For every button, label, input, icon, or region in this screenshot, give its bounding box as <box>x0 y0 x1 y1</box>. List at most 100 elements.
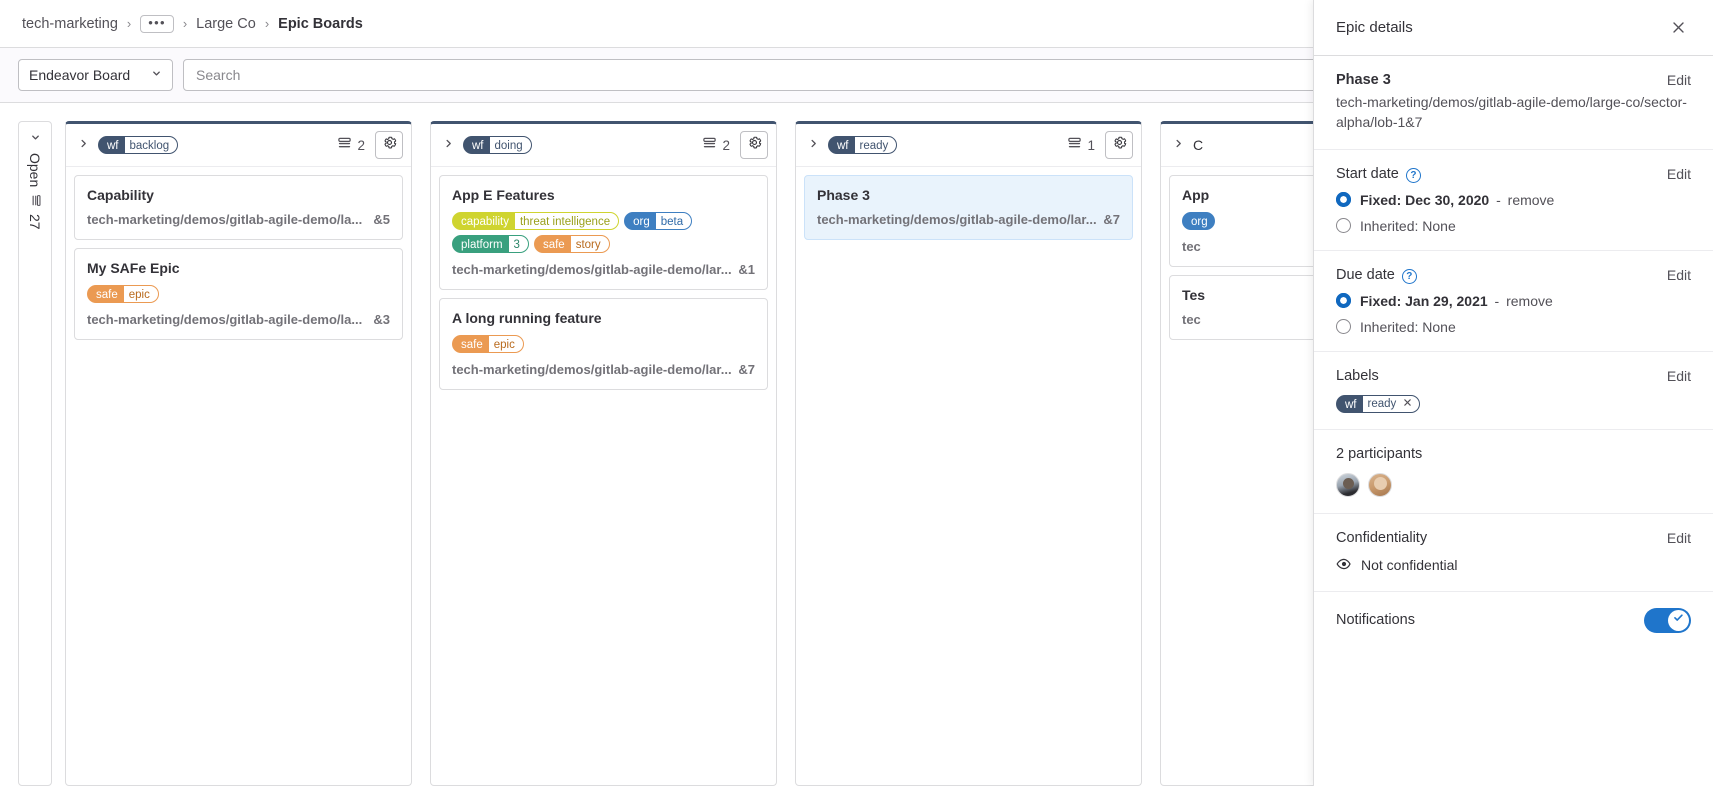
column-count-value: 1 <box>1087 138 1095 153</box>
label-value: backlog <box>125 137 178 153</box>
check-icon <box>1672 611 1685 629</box>
start-date-header: Start date ? Edit <box>1336 166 1691 182</box>
scoped-label[interactable]: capability threat intelligence <box>452 212 619 230</box>
notifications-toggle[interactable] <box>1644 608 1691 633</box>
edit-epic-title-button[interactable]: Edit <box>1667 72 1691 88</box>
labels-label: Labels <box>1336 368 1379 384</box>
label-value: ready <box>1368 395 1397 413</box>
edit-confidentiality-button[interactable]: Edit <box>1667 530 1691 546</box>
notifications-label: Notifications <box>1336 612 1415 628</box>
card-reference: &7 <box>1103 212 1120 227</box>
confidentiality-status-row: Not confidential <box>1336 556 1691 575</box>
board-column-ready: wf ready 1 <box>795 121 1142 786</box>
card-reference: &1 <box>738 262 755 277</box>
participants-avatars <box>1336 473 1691 497</box>
breadcrumb-item-subgroup[interactable]: Large Co <box>196 16 256 32</box>
due-date-inherited-option[interactable]: Inherited: None <box>1336 319 1691 335</box>
column-label-ready[interactable]: wf ready <box>828 136 897 154</box>
remove-start-date-link[interactable]: remove <box>1508 192 1555 208</box>
column-body-backlog: Capability tech-marketing/demos/gitlab-a… <box>66 167 411 785</box>
column-header-ready: wf ready 1 <box>796 124 1141 167</box>
due-date-dash: - <box>1495 293 1500 309</box>
column-issue-count: 2 <box>702 136 730 154</box>
label-key: wf <box>829 137 855 153</box>
label-key: capability <box>453 213 515 229</box>
radio-selected-icon[interactable] <box>1336 192 1351 207</box>
breadcrumb-separator: › <box>265 16 269 31</box>
card-path: tech-marketing/demos/gitlab-agile-demo/l… <box>817 212 1099 227</box>
board-card[interactable]: App E Features capability threat intelli… <box>439 175 768 290</box>
column-label-doing[interactable]: wf doing <box>463 136 532 154</box>
chevron-right-icon[interactable] <box>808 138 819 152</box>
edit-due-date-button[interactable]: Edit <box>1667 267 1691 283</box>
board-card-selected[interactable]: Phase 3 tech-marketing/demos/gitlab-agil… <box>804 175 1133 240</box>
card-title: Phase 3 <box>817 187 1120 203</box>
chevron-right-icon[interactable] <box>78 138 89 152</box>
column-label-partial[interactable]: C <box>1193 137 1203 153</box>
collapsed-column-label: Open <box>27 153 43 187</box>
labels-section: Labels Edit wf ready <box>1314 352 1713 430</box>
scoped-label[interactable]: org beta <box>624 212 692 230</box>
chevron-right-icon[interactable] <box>1173 138 1184 152</box>
chevron-down-icon[interactable] <box>30 132 41 146</box>
column-settings-button[interactable] <box>1105 131 1133 159</box>
label-value: ready <box>855 137 897 153</box>
epic-title-row: Phase 3 Edit <box>1336 72 1691 88</box>
edit-labels-button[interactable]: Edit <box>1667 368 1691 384</box>
gear-icon <box>382 135 397 155</box>
chevron-right-icon[interactable] <box>443 138 454 152</box>
epic-boards-page: tech-marketing › ••• › Large Co › Epic B… <box>0 0 1713 786</box>
scoped-label[interactable]: safe story <box>534 235 610 253</box>
start-date-inherited-option[interactable]: Inherited: None <box>1336 218 1691 234</box>
card-reference: &3 <box>373 312 390 327</box>
remove-due-date-link[interactable]: remove <box>1506 293 1553 309</box>
close-icon[interactable] <box>1665 15 1691 41</box>
breadcrumb-ellipsis-button[interactable]: ••• <box>140 15 174 33</box>
column-settings-button[interactable] <box>740 131 768 159</box>
board-column-open-collapsed[interactable]: Open 27 <box>18 121 52 786</box>
question-mark-icon[interactable]: ? <box>1406 168 1421 183</box>
confidentiality-label: Confidentiality <box>1336 530 1427 546</box>
scoped-label[interactable]: platform 3 <box>452 235 529 253</box>
scoped-label[interactable]: safe epic <box>452 335 524 353</box>
epic-title-section: Phase 3 Edit tech-marketing/demos/gitlab… <box>1314 56 1713 150</box>
column-label-backlog[interactable]: wf backlog <box>98 136 178 154</box>
radio-selected-icon[interactable] <box>1336 293 1351 308</box>
column-header-right: 2 <box>702 131 768 159</box>
participants-section: 2 participants <box>1314 430 1713 514</box>
board-selector-dropdown[interactable]: Endeavor Board <box>18 59 173 91</box>
due-date-value: Jan 29, 2021 <box>1405 293 1488 309</box>
scoped-label[interactable]: org <box>1182 212 1215 230</box>
card-labels: capability threat intelligence org beta … <box>452 212 755 253</box>
board-card[interactable]: My SAFe Epic safe epic tech-marketing/de… <box>74 248 403 340</box>
board-card[interactable]: Capability tech-marketing/demos/gitlab-a… <box>74 175 403 240</box>
drawer-title: Epic details <box>1336 19 1413 36</box>
radio-unselected-icon[interactable] <box>1336 218 1351 233</box>
due-date-fixed-option[interactable]: Fixed: Jan 29, 2021 - remove <box>1336 293 1691 309</box>
confidentiality-section: Confidentiality Edit Not confidential <box>1314 514 1713 592</box>
column-header-right: 1 <box>1067 131 1133 159</box>
epic-details-drawer: Epic details Phase 3 Edit tech-marketing… <box>1313 0 1713 786</box>
label-key: org <box>625 213 656 229</box>
question-mark-icon[interactable]: ? <box>1402 269 1417 284</box>
avatar-user-1[interactable] <box>1336 473 1360 497</box>
label-key: wf <box>99 137 125 153</box>
scoped-label-chip[interactable]: wf ready <box>1336 395 1420 413</box>
collapsed-column-count: 27 <box>27 214 43 230</box>
start-date-fixed-option[interactable]: Fixed: Dec 30, 2020 - remove <box>1336 192 1691 208</box>
board-card[interactable]: A long running feature safe epic tech-ma… <box>439 298 768 390</box>
column-issue-count: 2 <box>337 136 365 154</box>
label-value: epic <box>489 336 523 352</box>
edit-start-date-button[interactable]: Edit <box>1667 166 1691 182</box>
column-count-value: 2 <box>722 138 730 153</box>
column-settings-button[interactable] <box>375 131 403 159</box>
breadcrumb-item-group[interactable]: tech-marketing <box>22 16 118 32</box>
label-value: story <box>571 236 609 252</box>
avatar-user-2[interactable] <box>1368 473 1392 497</box>
radio-unselected-icon[interactable] <box>1336 319 1351 334</box>
remove-label-icon[interactable] <box>1403 395 1412 413</box>
column-header-right: 2 <box>337 131 403 159</box>
label-key: wf <box>464 137 490 153</box>
start-date-fixed-text: Fixed: Dec 30, 2020 - remove <box>1360 192 1554 208</box>
scoped-label[interactable]: safe epic <box>87 285 159 303</box>
